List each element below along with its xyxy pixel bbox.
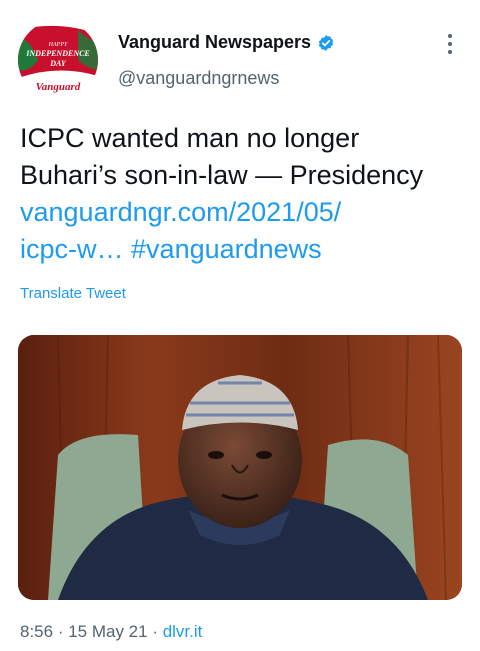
avatar-text-day: DAY — [50, 59, 66, 68]
author-name-row[interactable]: Vanguard Newspapers — [118, 32, 335, 53]
author-name[interactable]: Vanguard Newspapers — [118, 32, 311, 53]
more-dot — [448, 42, 452, 46]
translate-tweet-link[interactable]: Translate Tweet — [20, 285, 126, 302]
tweet-header: HAPPY INDEPENDENCE DAY FROM Vanguard Van… — [0, 0, 480, 100]
tweet-text-line-1: ICPC wanted man no longer — [20, 123, 360, 153]
avatar-text-independence: INDEPENDENCE — [26, 49, 90, 58]
tweet-link-part-1[interactable]: vanguardngr.com/2021/05/ — [20, 194, 460, 231]
meta-separator: · — [147, 622, 163, 641]
meta-separator: · — [53, 622, 69, 641]
more-options-icon[interactable] — [440, 30, 460, 58]
tweet-text-line-2: Buhari’s son-in-law — Presidency — [20, 160, 424, 190]
tweet-link-part-2[interactable]: icpc-w… — [20, 234, 124, 264]
photo-man-in-cap — [18, 335, 462, 600]
avatar-text-from: FROM — [49, 72, 67, 78]
more-dot — [448, 34, 452, 38]
avatar-brand-logo: Vanguard — [35, 81, 81, 93]
tweet-time[interactable]: 8:56 — [20, 622, 53, 641]
avatar[interactable]: HAPPY INDEPENDENCE DAY FROM Vanguard — [18, 20, 98, 100]
tweet-media-photo[interactable] — [18, 335, 462, 600]
author-handle[interactable]: @vanguardngrnews — [118, 68, 279, 89]
tweet-source-link[interactable]: dlvr.it — [163, 622, 203, 641]
tweet-meta: 8:56 · 15 May 21 · dlvr.it — [20, 622, 202, 642]
tweet-date[interactable]: 15 May 21 — [68, 622, 147, 641]
more-dot — [448, 50, 452, 54]
tweet-text: ICPC wanted man no longer Buhari’s son-i… — [20, 120, 460, 268]
avatar-text-happy: HAPPY — [48, 42, 68, 48]
hashtag-link[interactable]: #vanguardnews — [131, 234, 322, 264]
verified-badge-icon — [318, 34, 334, 51]
